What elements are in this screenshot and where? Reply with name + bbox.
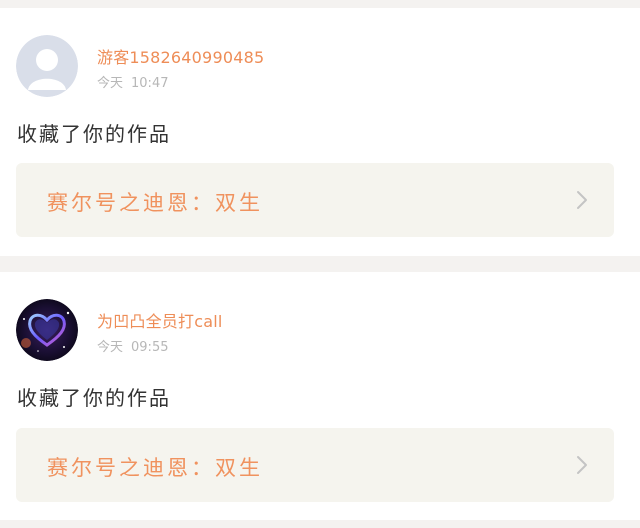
feed-bottom-spacer bbox=[0, 520, 640, 528]
timestamp-time: 10:47 bbox=[131, 76, 169, 91]
feed-top-spacer bbox=[0, 0, 640, 8]
chevron-right-icon bbox=[577, 456, 587, 474]
notification-card: 游客1582640990485 今天 10:47 收藏了你的作品 赛尔号之迪恩：双… bbox=[0, 8, 640, 256]
galaxy-heart-avatar-icon bbox=[16, 299, 78, 361]
notification-feed: 游客1582640990485 今天 10:47 收藏了你的作品 赛尔号之迪恩：双… bbox=[0, 0, 640, 528]
timestamp-date: 今天 bbox=[97, 76, 124, 91]
action-text: 收藏了你的作品 bbox=[17, 386, 171, 410]
username-link[interactable]: 游客1582640990485 bbox=[97, 44, 264, 68]
notification-card: 为凹凸全员打call 今天 09:55 收藏了你的作品 赛尔号之迪恩：双生 bbox=[0, 272, 640, 520]
work-title: 赛尔号之迪恩：双生 bbox=[47, 456, 263, 480]
card-divider bbox=[0, 256, 640, 272]
user-avatar[interactable] bbox=[16, 35, 78, 97]
timestamp: 今天 10:47 bbox=[97, 72, 168, 91]
action-text: 收藏了你的作品 bbox=[17, 122, 171, 146]
timestamp-time: 09:55 bbox=[131, 340, 169, 355]
timestamp-date: 今天 bbox=[97, 340, 124, 355]
default-user-avatar-icon bbox=[16, 35, 78, 97]
timestamp: 今天 09:55 bbox=[97, 336, 168, 355]
chevron-right-icon bbox=[577, 191, 587, 209]
work-link[interactable]: 赛尔号之迪恩：双生 bbox=[16, 163, 614, 237]
user-avatar[interactable] bbox=[16, 299, 78, 361]
work-title: 赛尔号之迪恩：双生 bbox=[47, 191, 263, 215]
username-link[interactable]: 为凹凸全员打call bbox=[97, 308, 223, 332]
work-link[interactable]: 赛尔号之迪恩：双生 bbox=[16, 428, 614, 502]
